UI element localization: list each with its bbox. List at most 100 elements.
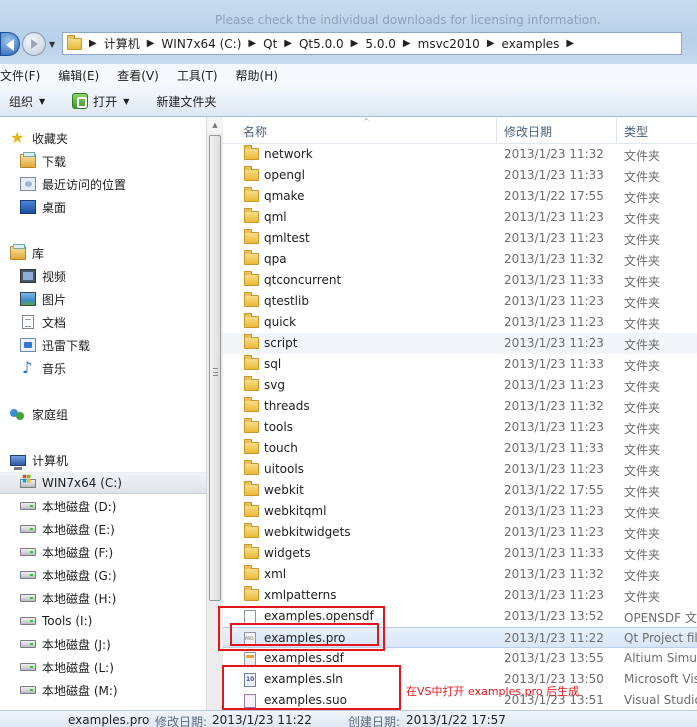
nav-item-music[interactable]: 音乐 — [20, 357, 208, 379]
new-folder-button[interactable]: 新建文件夹 — [156, 93, 216, 110]
hard-drive-icon — [20, 525, 36, 533]
menu-file[interactable]: 文件(F) — [0, 67, 46, 84]
annotation-note: 在VS中打开 examples.pro 后生成 — [406, 685, 580, 698]
chevron-right-icon[interactable]: ▶ — [147, 38, 155, 49]
menu-help[interactable]: 帮助(H) — [236, 67, 284, 84]
file-row[interactable]: qmltest 2013/1/23 11:23 文件夹 — [223, 228, 697, 249]
address-bar-area: Please check the individual downloads fo… — [0, 0, 697, 64]
nav-item-xunlei[interactable]: 迅雷下载 — [20, 334, 208, 356]
nav-item-drive-e[interactable]: 本地磁盘 (E:) — [20, 518, 208, 540]
breadcrumb-computer[interactable]: 计算机 — [104, 35, 140, 52]
file-type: 文件夹 — [624, 569, 661, 583]
file-name: xmlpatterns — [264, 588, 337, 602]
nav-item-drive-l[interactable]: 本地磁盘 (L:) — [20, 656, 208, 678]
chevron-right-icon[interactable]: ▶ — [403, 38, 411, 49]
file-row[interactable]: qpa 2013/1/23 11:32 文件夹 — [223, 249, 697, 270]
forward-button[interactable] — [22, 32, 46, 56]
chevron-down-icon: ▼ — [123, 96, 130, 106]
file-modified-date: 2013/1/23 11:23 — [504, 315, 604, 329]
menu-tools[interactable]: 工具(T) — [177, 67, 224, 84]
file-row[interactable]: script 2013/1/23 11:23 文件夹 — [223, 333, 697, 354]
breadcrumb-drive-c[interactable]: WIN7x64 (C:) — [161, 37, 241, 51]
nav-item-drive-i[interactable]: Tools (I:) — [20, 610, 208, 632]
breadcrumb-qt[interactable]: Qt — [263, 37, 277, 51]
menu-edit[interactable]: 编辑(E) — [58, 67, 105, 84]
chevron-right-icon[interactable]: ▶ — [284, 38, 292, 49]
column-divider[interactable] — [616, 117, 617, 144]
file-row[interactable]: quick 2013/1/23 11:23 文件夹 — [223, 312, 697, 333]
file-row[interactable]: xml 2013/1/23 11:32 文件夹 — [223, 564, 697, 585]
breadcrumb[interactable]: ▶ 计算机 ▶ WIN7x64 (C:) ▶ Qt ▶ Qt5.0.0 ▶ 5.… — [62, 32, 682, 55]
nav-item-drive-h[interactable]: 本地磁盘 (H:) — [20, 587, 208, 609]
nav-item-drive-g[interactable]: 本地磁盘 (G:) — [20, 564, 208, 586]
scrollbar-thumb[interactable] — [209, 135, 221, 601]
chevron-right-icon[interactable]: ▶ — [566, 38, 574, 49]
file-row[interactable]: sql 2013/1/23 11:33 文件夹 — [223, 354, 697, 375]
nav-item-downloads[interactable]: 下载 — [20, 150, 208, 172]
folder-icon — [244, 460, 259, 475]
file-row[interactable]: widgets 2013/1/23 11:33 文件夹 — [223, 543, 697, 564]
breadcrumb-qt500[interactable]: Qt5.0.0 — [299, 37, 344, 51]
nav-item-desktop[interactable]: 桌面 — [20, 196, 208, 218]
chevron-right-icon[interactable]: ▶ — [351, 38, 359, 49]
nav-item-pictures[interactable]: 图片 — [20, 288, 208, 310]
file-modified-date: 2013/1/23 13:55 — [504, 651, 604, 665]
folder-icon — [244, 208, 259, 223]
history-dropdown-icon[interactable]: ▼ — [49, 40, 55, 49]
nav-libraries[interactable]: 库 — [10, 242, 208, 264]
file-row[interactable]: threads 2013/1/23 11:32 文件夹 — [223, 396, 697, 417]
file-row[interactable]: network 2013/1/23 11:32 文件夹 — [223, 144, 697, 165]
chevron-right-icon[interactable]: ▶ — [248, 38, 256, 49]
chevron-right-icon[interactable]: ▶ — [487, 38, 495, 49]
file-type: 文件夹 — [624, 296, 661, 310]
scroll-up-icon[interactable]: ▲ — [207, 117, 223, 133]
nav-item-label: 视频 — [42, 269, 67, 284]
nav-favorites[interactable]: 收藏夹 — [10, 127, 208, 149]
chevron-right-icon[interactable]: ▶ — [89, 38, 97, 49]
file-row[interactable]: tools 2013/1/23 11:23 文件夹 — [223, 417, 697, 438]
file-row[interactable]: svg 2013/1/23 11:23 文件夹 — [223, 375, 697, 396]
nav-item-drive-d[interactable]: 本地磁盘 (D:) — [20, 495, 208, 517]
file-row[interactable]: qmake 2013/1/22 17:55 文件夹 — [223, 186, 697, 207]
nav-item-drive-j[interactable]: 本地磁盘 (J:) — [20, 633, 208, 655]
picture-icon — [20, 292, 36, 306]
file-modified-date: 2013/1/23 11:23 — [504, 462, 604, 476]
open-button[interactable]: 打开 ▼ — [72, 93, 129, 110]
file-type: 文件夹 — [624, 254, 661, 268]
column-name[interactable]: 名称 — [243, 123, 267, 140]
file-row[interactable]: qtestlib 2013/1/23 11:23 文件夹 — [223, 291, 697, 312]
file-name: qmake — [264, 189, 305, 203]
column-type[interactable]: 类型 — [624, 123, 648, 140]
nav-item-recent[interactable]: 最近访问的位置 — [20, 173, 208, 195]
file-type: 文件夹 — [624, 548, 661, 562]
breadcrumb-500[interactable]: 5.0.0 — [365, 37, 396, 51]
column-date[interactable]: 修改日期 — [504, 123, 552, 140]
nav-item-drive-m[interactable]: 本地磁盘 (M:) — [20, 679, 208, 701]
organize-button[interactable]: 组织 ▼ — [9, 93, 45, 110]
nav-homegroup[interactable]: 家庭组 — [10, 403, 208, 425]
file-row[interactable]: qtconcurrent 2013/1/23 11:33 文件夹 — [223, 270, 697, 291]
file-row[interactable]: webkitqml 2013/1/23 11:23 文件夹 — [223, 501, 697, 522]
file-modified-date: 2013/1/23 11:23 — [504, 420, 604, 434]
menu-view[interactable]: 查看(V) — [117, 67, 165, 84]
breadcrumb-msvc2010[interactable]: msvc2010 — [418, 37, 480, 51]
nav-item-drive-c[interactable]: WIN7x64 (C:) — [0, 472, 206, 494]
file-row[interactable]: opengl 2013/1/23 11:33 文件夹 — [223, 165, 697, 186]
breadcrumb-examples[interactable]: examples — [502, 37, 560, 51]
folder-icon — [244, 586, 259, 601]
file-row[interactable]: webkitwidgets 2013/1/23 11:23 文件夹 — [223, 522, 697, 543]
file-row[interactable]: xmlpatterns 2013/1/23 11:23 文件夹 — [223, 585, 697, 606]
nav-item-documents[interactable]: 文档 — [20, 311, 208, 333]
nav-item-videos[interactable]: 视频 — [20, 265, 208, 287]
file-row[interactable]: qml 2013/1/23 11:23 文件夹 — [223, 207, 697, 228]
nav-computer[interactable]: 计算机 — [10, 449, 208, 471]
file-row[interactable]: uitools 2013/1/23 11:23 文件夹 — [223, 459, 697, 480]
folder-icon — [244, 271, 259, 286]
nav-item-drive-f[interactable]: 本地磁盘 (F:) — [20, 541, 208, 563]
file-row[interactable]: webkit 2013/1/22 17:55 文件夹 — [223, 480, 697, 501]
column-divider[interactable] — [496, 117, 497, 144]
hard-drive-icon — [20, 502, 36, 510]
library-icon — [10, 244, 26, 260]
file-row[interactable]: touch 2013/1/23 11:33 文件夹 — [223, 438, 697, 459]
back-button[interactable] — [0, 32, 20, 56]
